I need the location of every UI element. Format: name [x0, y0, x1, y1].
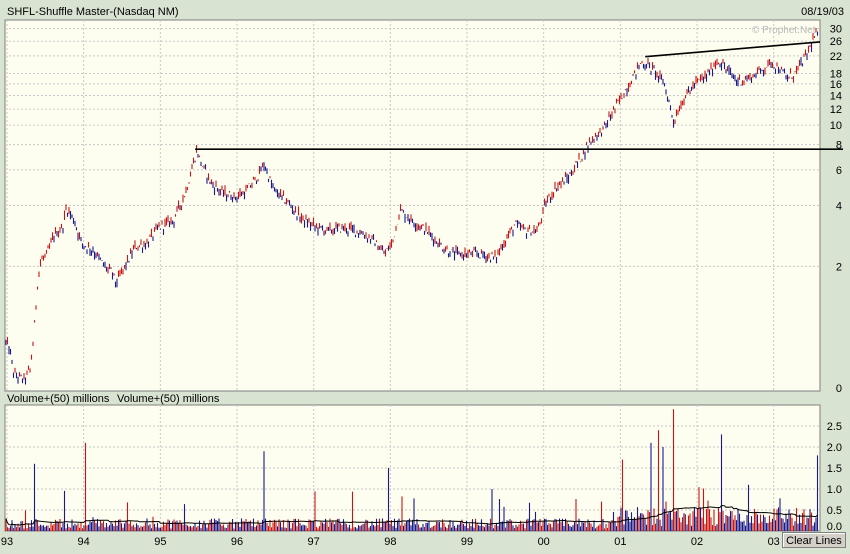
x-tick-label: 03 — [768, 536, 780, 548]
price-y-axis: 302622181614121086420 — [830, 24, 842, 395]
x-tick-label: 96 — [231, 536, 243, 548]
volume-tick-label: 2.0 — [827, 442, 842, 454]
y-tick-label: 0 — [836, 383, 842, 395]
chart-date: 08/19/03 — [801, 6, 844, 18]
volume-y-axis: 2.52.01.51.00.50.0 — [827, 421, 842, 533]
y-tick-label: 26 — [830, 36, 842, 48]
watermark-text: © Prophet.Net — [752, 25, 816, 36]
clear-lines-button[interactable]: Clear Lines — [782, 532, 846, 548]
x-tick-label: 98 — [384, 536, 396, 548]
volume-label-right: Volume+(50) millions — [117, 393, 220, 405]
y-tick-label: 10 — [830, 120, 842, 132]
chart-canvas: SHFL-Shuffle Master-(Nasdaq NM) 08/19/03… — [1, 6, 844, 548]
y-tick-label: 22 — [830, 51, 842, 63]
volume-tick-label: 2.5 — [827, 421, 842, 433]
x-tick-label: 99 — [461, 536, 473, 548]
y-tick-label: 6 — [836, 165, 842, 177]
x-tick-label: 02 — [691, 536, 703, 548]
x-tick-label: 95 — [154, 536, 166, 548]
x-axis-labels: 93 94 95 96 97 98 99 00 01 02 03 — [1, 536, 780, 548]
x-tick-label: 01 — [614, 536, 626, 548]
y-tick-label: 8 — [836, 140, 842, 152]
x-tick-label: 93 — [1, 536, 13, 548]
y-tick-label: 4 — [836, 201, 842, 213]
y-tick-label: 14 — [830, 91, 842, 103]
y-tick-label: 2 — [836, 261, 842, 273]
volume-tick-label: 1.0 — [827, 484, 842, 496]
chart-title: SHFL-Shuffle Master-(Nasdaq NM) — [7, 6, 179, 18]
volume-label-left: Volume+(50) millions — [7, 393, 110, 405]
volume-tick-label: 0.5 — [827, 505, 842, 517]
y-tick-label: 16 — [830, 79, 842, 91]
x-tick-label: 94 — [78, 536, 90, 548]
x-tick-label: 00 — [538, 536, 550, 548]
x-tick-label: 97 — [308, 536, 320, 548]
y-tick-label: 12 — [830, 104, 842, 116]
volume-tick-label: 1.5 — [827, 463, 842, 475]
y-tick-label: 30 — [830, 24, 842, 36]
